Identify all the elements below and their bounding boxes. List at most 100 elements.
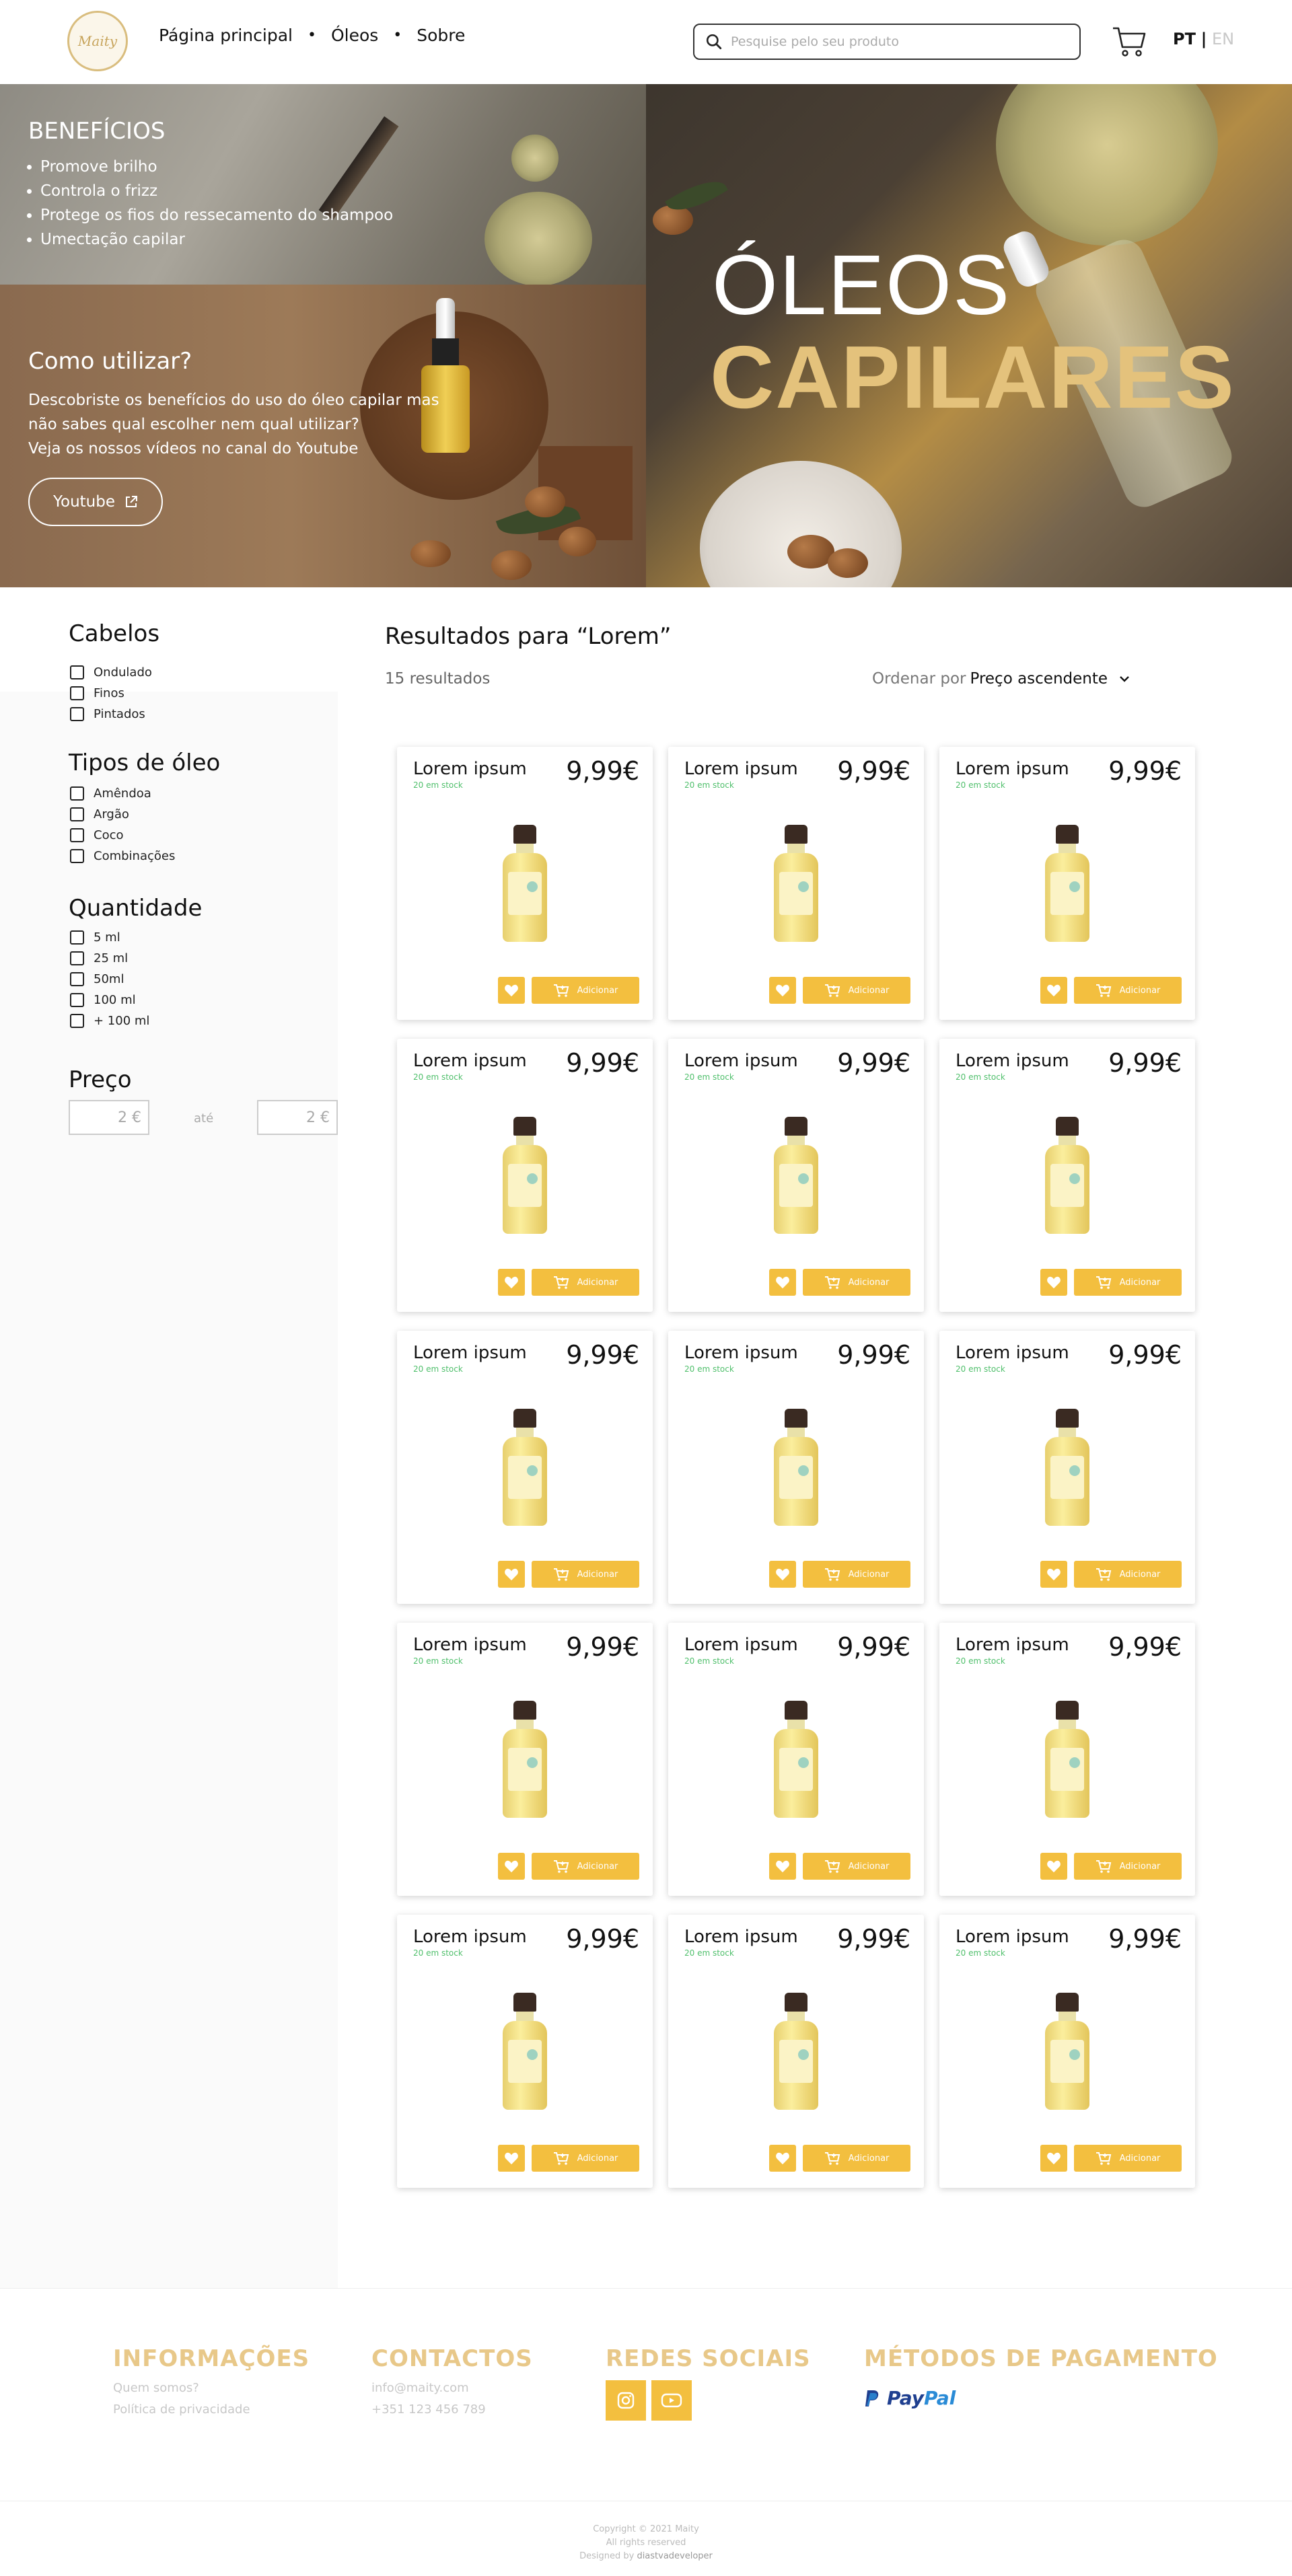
add-to-cart-button[interactable]: Adicionar — [803, 977, 910, 1004]
product-image[interactable] — [501, 825, 548, 946]
filter-option[interactable]: Amêndoa — [70, 783, 175, 804]
product-card[interactable]: Lorem ipsum 20 em stock 9,99€ Adicionar — [668, 1039, 924, 1312]
add-to-cart-button[interactable]: Adicionar — [1074, 977, 1182, 1004]
product-name[interactable]: Lorem ipsum — [413, 1635, 527, 1655]
product-image[interactable] — [501, 1117, 548, 1238]
product-name[interactable]: Lorem ipsum — [413, 759, 527, 779]
sort-dropdown[interactable]: Ordenar por Preço ascendente — [872, 670, 1130, 688]
product-image[interactable] — [1044, 1701, 1091, 1822]
filter-option[interactable]: Ondulado — [70, 662, 152, 683]
filter-option[interactable]: 5 ml — [70, 927, 149, 948]
footer-phone[interactable]: +351 123 456 789 — [371, 2399, 486, 2421]
product-card[interactable]: Lorem ipsum 20 em stock 9,99€ Adicionar — [939, 1039, 1195, 1312]
checkbox[interactable] — [70, 786, 84, 801]
favorite-button[interactable] — [769, 1561, 796, 1588]
footer-email[interactable]: info@maity.com — [371, 2378, 486, 2399]
product-card[interactable]: Lorem ipsum 20 em stock 9,99€ Adicionar — [939, 1623, 1195, 1896]
add-to-cart-button[interactable]: Adicionar — [803, 1853, 910, 1880]
product-card[interactable]: Lorem ipsum 20 em stock 9,99€ Adicionar — [668, 1331, 924, 1604]
favorite-button[interactable] — [769, 977, 796, 1004]
add-to-cart-button[interactable]: Adicionar — [803, 2145, 910, 2172]
checkbox[interactable] — [70, 993, 84, 1007]
favorite-button[interactable] — [498, 977, 525, 1004]
checkbox[interactable] — [70, 665, 84, 679]
checkbox[interactable] — [70, 930, 84, 945]
product-card[interactable]: Lorem ipsum 20 em stock 9,99€ Adicionar — [939, 1331, 1195, 1604]
favorite-button[interactable] — [498, 2145, 525, 2172]
filter-option[interactable]: Argão — [70, 804, 175, 825]
search-input[interactable]: Pesquise pelo seu produto — [693, 24, 1081, 60]
favorite-button[interactable] — [498, 1853, 525, 1880]
product-image[interactable] — [1044, 1409, 1091, 1530]
product-image[interactable] — [773, 1117, 820, 1238]
product-card[interactable]: Lorem ipsum 20 em stock 9,99€ Adicionar — [939, 747, 1195, 1020]
lang-en[interactable]: EN — [1212, 30, 1234, 48]
filter-option[interactable]: 25 ml — [70, 948, 149, 969]
favorite-button[interactable] — [498, 1561, 525, 1588]
favorite-button[interactable] — [498, 1269, 525, 1296]
favorite-button[interactable] — [769, 1269, 796, 1296]
add-to-cart-button[interactable]: Adicionar — [803, 1561, 910, 1588]
youtube-social-button[interactable] — [651, 2380, 692, 2421]
product-card[interactable]: Lorem ipsum 20 em stock 9,99€ Adicionar — [397, 747, 653, 1020]
favorite-button[interactable] — [1040, 1269, 1067, 1296]
cart-icon[interactable] — [1112, 24, 1147, 58]
product-card[interactable]: Lorem ipsum 20 em stock 9,99€ Adicionar — [397, 1623, 653, 1896]
product-image[interactable] — [1044, 1993, 1091, 2114]
add-to-cart-button[interactable]: Adicionar — [532, 977, 639, 1004]
add-to-cart-button[interactable]: Adicionar — [1074, 1561, 1182, 1588]
product-image[interactable] — [773, 825, 820, 946]
checkbox[interactable] — [70, 849, 84, 863]
checkbox[interactable] — [70, 951, 84, 965]
product-image[interactable] — [1044, 1117, 1091, 1238]
product-image[interactable] — [773, 1409, 820, 1530]
checkbox[interactable] — [70, 707, 84, 721]
filter-option[interactable]: Combinações — [70, 846, 175, 867]
product-card[interactable]: Lorem ipsum 20 em stock 9,99€ Adicionar — [397, 1915, 653, 2188]
filter-option[interactable]: Finos — [70, 683, 152, 704]
product-image[interactable] — [1044, 825, 1091, 946]
designer-name[interactable]: diastvadeveloper — [637, 2551, 712, 2561]
checkbox[interactable] — [70, 807, 84, 821]
lang-pt[interactable]: PT — [1173, 30, 1196, 48]
product-name[interactable]: Lorem ipsum — [413, 1051, 527, 1071]
add-to-cart-button[interactable]: Adicionar — [1074, 1269, 1182, 1296]
filter-option[interactable]: 100 ml — [70, 990, 149, 1010]
add-to-cart-button[interactable]: Adicionar — [532, 1561, 639, 1588]
product-card[interactable]: Lorem ipsum 20 em stock 9,99€ Adicionar — [939, 1915, 1195, 2188]
product-name[interactable]: Lorem ipsum — [956, 1927, 1069, 1947]
product-card[interactable]: Lorem ipsum 20 em stock 9,99€ Adicionar — [668, 1623, 924, 1896]
product-name[interactable]: Lorem ipsum — [684, 1927, 798, 1947]
nav-home[interactable]: Página principal — [159, 26, 293, 45]
favorite-button[interactable] — [1040, 1853, 1067, 1880]
product-name[interactable]: Lorem ipsum — [684, 1343, 798, 1363]
instagram-button[interactable] — [606, 2380, 646, 2421]
product-card[interactable]: Lorem ipsum 20 em stock 9,99€ Adicionar — [397, 1331, 653, 1604]
favorite-button[interactable] — [1040, 1561, 1067, 1588]
product-name[interactable]: Lorem ipsum — [684, 1635, 798, 1655]
product-name[interactable]: Lorem ipsum — [684, 1051, 798, 1071]
nav-oils[interactable]: Óleos — [331, 26, 378, 45]
product-image[interactable] — [501, 1993, 548, 2114]
filter-option[interactable]: + 100 ml — [70, 1010, 149, 1031]
product-name[interactable]: Lorem ipsum — [956, 1343, 1069, 1363]
checkbox[interactable] — [70, 828, 84, 842]
price-max-input[interactable]: 2 € — [257, 1100, 338, 1135]
checkbox[interactable] — [70, 972, 84, 986]
product-image[interactable] — [501, 1409, 548, 1530]
product-card[interactable]: Lorem ipsum 20 em stock 9,99€ Adicionar — [668, 1915, 924, 2188]
filter-option[interactable]: Coco — [70, 825, 175, 846]
footer-link-about[interactable]: Quem somos? — [113, 2378, 250, 2399]
product-image[interactable] — [773, 1993, 820, 2114]
filter-option[interactable]: Pintados — [70, 704, 152, 725]
product-image[interactable] — [773, 1701, 820, 1822]
add-to-cart-button[interactable]: Adicionar — [803, 1269, 910, 1296]
product-name[interactable]: Lorem ipsum — [956, 1635, 1069, 1655]
favorite-button[interactable] — [769, 1853, 796, 1880]
add-to-cart-button[interactable]: Adicionar — [532, 1853, 639, 1880]
add-to-cart-button[interactable]: Adicionar — [532, 2145, 639, 2172]
add-to-cart-button[interactable]: Adicionar — [1074, 2145, 1182, 2172]
product-name[interactable]: Lorem ipsum — [684, 759, 798, 779]
favorite-button[interactable] — [769, 2145, 796, 2172]
product-card[interactable]: Lorem ipsum 20 em stock 9,99€ Adicionar — [397, 1039, 653, 1312]
